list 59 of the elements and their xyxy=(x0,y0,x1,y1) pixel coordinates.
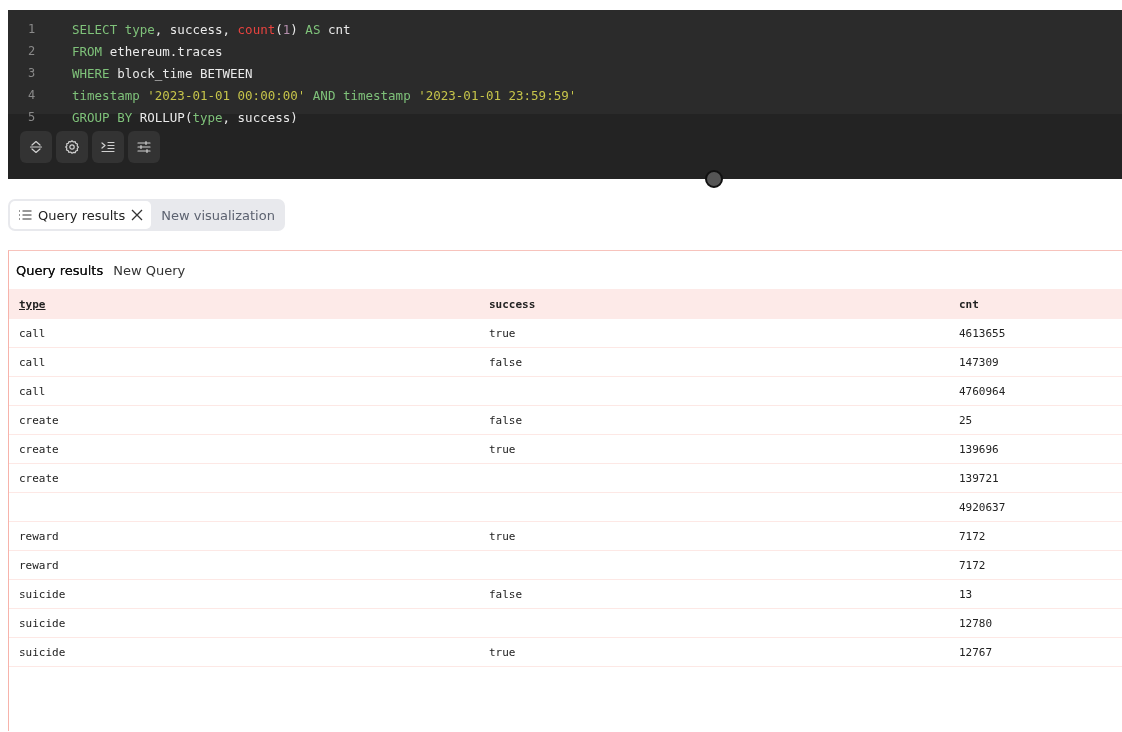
table-cell: 13 xyxy=(959,587,973,601)
table-cell: true xyxy=(489,442,516,456)
table-cell: 4760964 xyxy=(959,384,1006,398)
code-line: GROUP BY ROLLUP(type, success) xyxy=(72,109,298,125)
line-number: 5 xyxy=(27,110,37,124)
table-cell: create xyxy=(19,471,59,485)
code-line: FROM ethereum.traces xyxy=(72,43,223,59)
sliders-icon xyxy=(136,138,152,155)
line-number: 2 xyxy=(27,44,37,58)
line-number: 1 xyxy=(27,22,37,36)
table-cell: 4920637 xyxy=(959,500,1006,514)
settings-icon xyxy=(64,138,80,155)
code-line: SELECT type, success, count(1) AS cnt xyxy=(72,21,351,37)
table-cell: true xyxy=(489,326,516,340)
column-header[interactable]: success xyxy=(479,297,536,311)
tab-label[interactable]: New visualization xyxy=(161,207,275,223)
table-cell: 7172 xyxy=(959,529,986,543)
table-cell: call xyxy=(19,326,46,340)
table-cell: reward xyxy=(19,558,59,572)
table-cell: 12780 xyxy=(959,616,993,630)
table-cell: create xyxy=(19,413,59,427)
sliders-button[interactable] xyxy=(128,130,160,163)
code-line: WHERE block_time BETWEEN xyxy=(72,65,253,81)
table-cell: false xyxy=(489,355,523,369)
indent-button[interactable] xyxy=(92,130,124,163)
column-header[interactable]: type xyxy=(9,297,46,311)
table-cell: suicide xyxy=(19,616,66,630)
table-cell: true xyxy=(489,529,516,543)
table-cell: 7172 xyxy=(959,558,986,572)
table-cell: call xyxy=(19,355,46,369)
table-cell: create xyxy=(19,442,59,456)
view-tab[interactable]: New visualization xyxy=(153,201,283,229)
table-cell: suicide xyxy=(19,587,66,601)
tab-label[interactable]: Query results xyxy=(38,207,126,223)
table-cell: call xyxy=(19,384,46,398)
close-icon[interactable] xyxy=(131,209,144,221)
table-cell: false xyxy=(489,413,523,427)
table-cell: 147309 xyxy=(959,355,999,369)
table-cell: 4613655 xyxy=(959,326,1006,340)
resize-handle[interactable] xyxy=(705,170,723,188)
list-icon xyxy=(18,209,32,221)
line-number: 4 xyxy=(27,88,37,102)
column-header[interactable]: cnt xyxy=(949,297,979,311)
table-cell: 139721 xyxy=(959,471,999,485)
view-tab[interactable]: Query results xyxy=(10,201,152,229)
expand-collapse-icon xyxy=(28,138,44,155)
code-line: timestamp '2023-01-01 00:00:00' AND timestamp '2023-01-01 23:59:59' xyxy=(72,87,577,103)
table-cell: 139696 xyxy=(959,442,999,456)
table-cell: false xyxy=(489,587,523,601)
table-cell: reward xyxy=(19,529,59,543)
table-cell: suicide xyxy=(19,645,66,659)
results-tab[interactable]: New Query xyxy=(113,262,186,278)
settings-button[interactable] xyxy=(56,130,88,163)
results-tab[interactable]: Query results xyxy=(16,262,104,278)
table-cell: true xyxy=(489,645,516,659)
table-cell: 25 xyxy=(959,413,973,427)
line-number: 3 xyxy=(27,66,37,80)
table-cell: 12767 xyxy=(959,645,993,659)
expand-collapse-button[interactable] xyxy=(20,130,52,163)
